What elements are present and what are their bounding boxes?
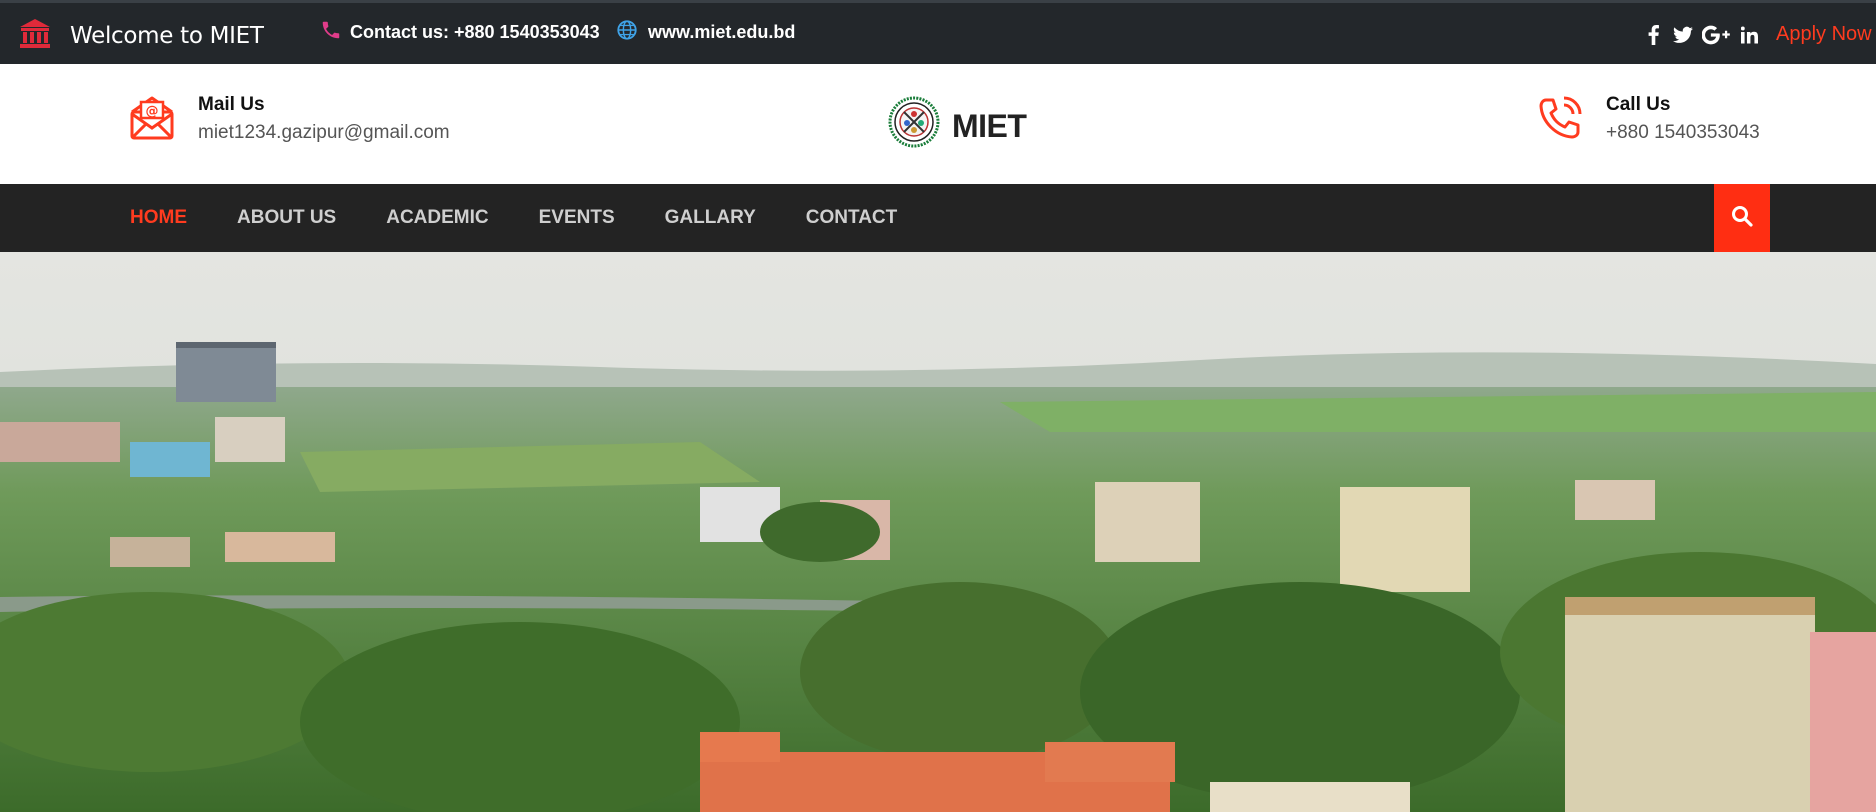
google-plus-icon[interactable] <box>1700 23 1732 47</box>
miet-seal-icon <box>888 96 940 156</box>
call-label: Call Us <box>1606 94 1671 115</box>
globe-icon <box>616 19 638 46</box>
website-link[interactable]: www.miet.edu.bd <box>648 22 795 43</box>
institution-icon <box>18 17 52 55</box>
phone-icon <box>320 19 342 46</box>
nav-item-home[interactable]: HOME <box>130 207 187 229</box>
header: @ Mail Us miet1234.gazipur@gmail.com MIE… <box>0 64 1876 184</box>
brand-logo[interactable]: MIET <box>876 96 1027 156</box>
twitter-icon[interactable] <box>1670 23 1696 47</box>
phone-ring-icon <box>1536 94 1584 147</box>
mail-icon: @ <box>128 94 176 145</box>
linkedin-icon[interactable] <box>1736 23 1762 47</box>
hero-banner <box>0 252 1876 812</box>
nav-item-events[interactable]: EVENTS <box>539 207 615 229</box>
contact-block: Contact us: +880 1540353043 <box>320 19 600 46</box>
social-links <box>1640 23 1766 47</box>
website-block[interactable]: www.miet.edu.bd <box>616 19 795 46</box>
mail-us-block: @ Mail Us miet1234.gazipur@gmail.com <box>128 94 450 145</box>
brand-name: MIET <box>952 107 1027 144</box>
top-bar: Welcome to MIET Contact us: +880 1540353… <box>0 0 1876 64</box>
nav-item-gallary[interactable]: GALLARY <box>665 207 756 229</box>
hero-cityscape-image <box>0 252 1876 812</box>
apply-now-link[interactable]: Apply Now <box>1776 23 1872 46</box>
contact-text: Contact us: +880 1540353043 <box>350 22 600 42</box>
search-icon <box>1731 205 1753 232</box>
main-nav: HOME ABOUT US ACADEMIC EVENTS GALLARY CO… <box>0 184 1876 252</box>
search-button[interactable] <box>1714 184 1770 252</box>
welcome-text: Welcome to MIET <box>70 23 264 49</box>
call-number[interactable]: +880 1540353043 <box>1606 122 1760 144</box>
welcome-block: Welcome to MIET <box>18 17 264 55</box>
mail-address[interactable]: miet1234.gazipur@gmail.com <box>198 122 450 144</box>
call-us-block: Call Us +880 1540353043 <box>1536 94 1760 147</box>
mail-label: Mail Us <box>198 94 265 115</box>
nav-item-academic[interactable]: ACADEMIC <box>386 207 488 229</box>
svg-text:@: @ <box>146 104 159 119</box>
facebook-icon[interactable] <box>1640 23 1666 47</box>
nav-item-about-us[interactable]: ABOUT US <box>237 207 336 229</box>
nav-item-contact[interactable]: CONTACT <box>806 207 897 229</box>
